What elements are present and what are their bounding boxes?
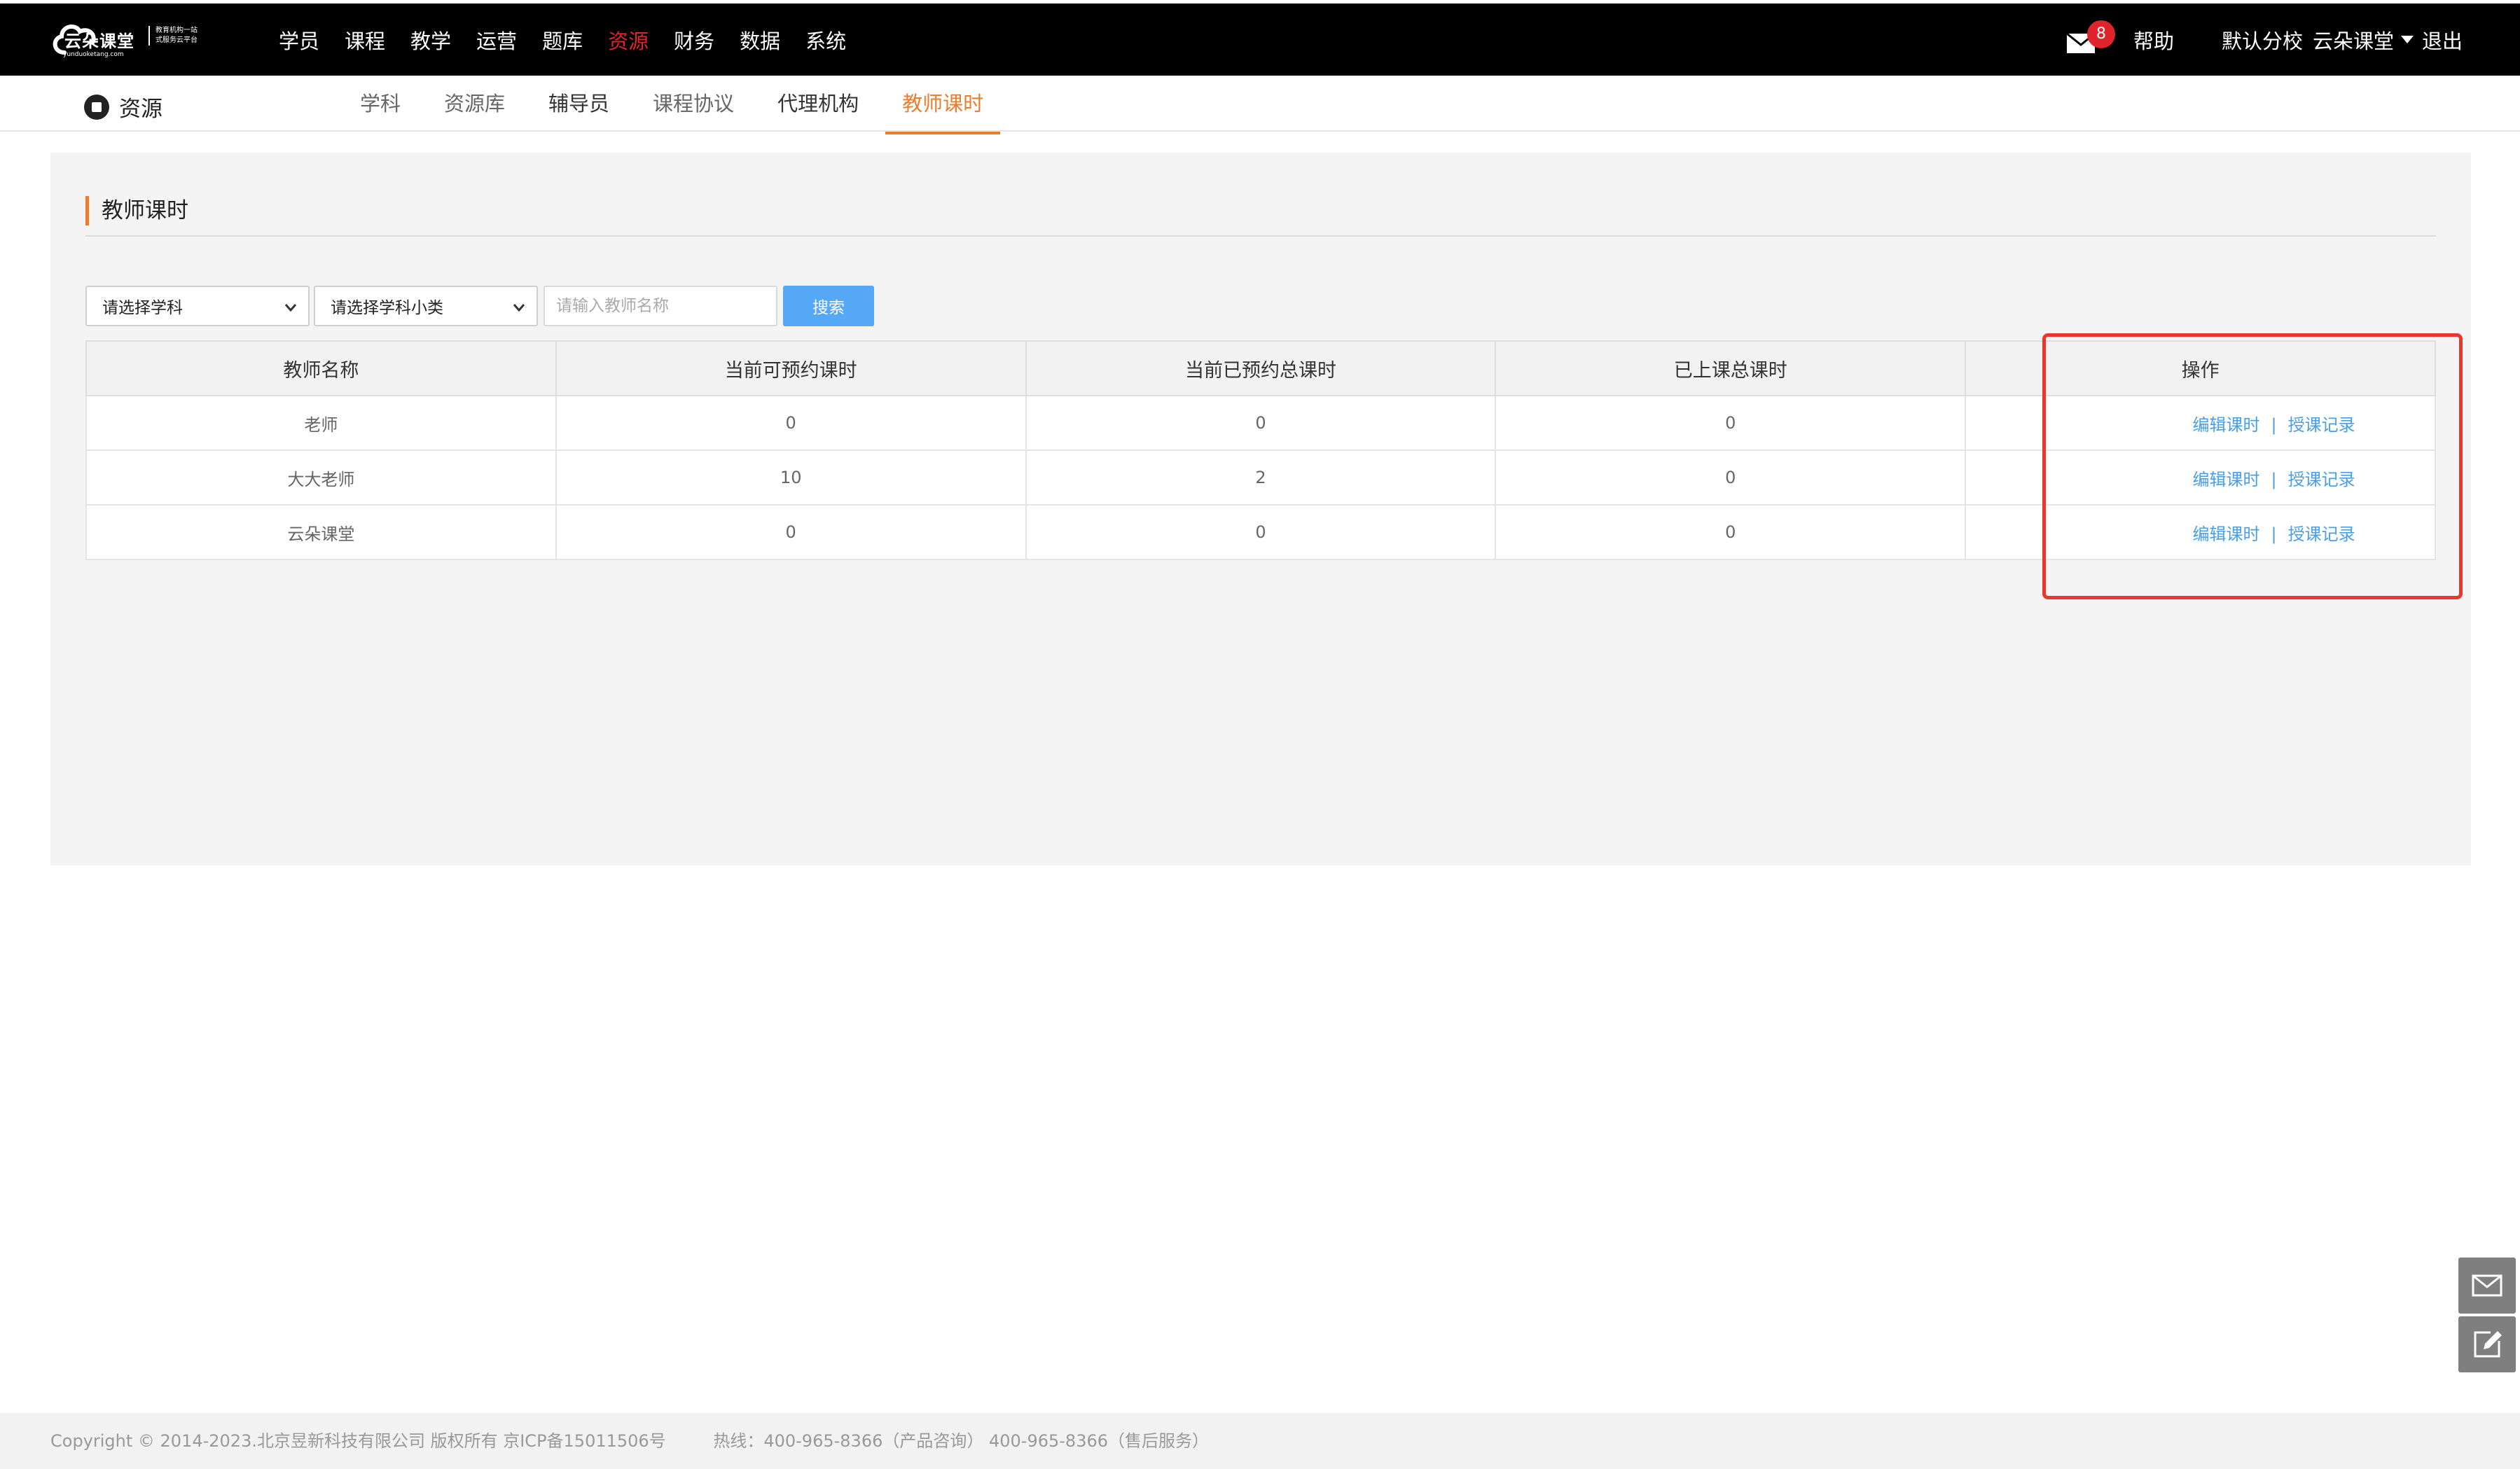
divider	[85, 235, 2436, 237]
tab-subjects[interactable]: 学科	[343, 76, 417, 132]
nav-item-courses[interactable]: 课程	[345, 25, 385, 55]
taught-hours-cell: 0	[1495, 395, 1967, 451]
annotation-highlight-box	[2042, 333, 2463, 599]
tab-counselors[interactable]: 辅导员	[532, 76, 626, 132]
nav-item-teaching[interactable]: 教学	[410, 25, 451, 55]
subject-select[interactable]: 请选择学科	[85, 286, 310, 326]
nav-item-system[interactable]: 系统	[805, 25, 846, 55]
envelope-icon	[2472, 1274, 2502, 1297]
tab-course-agreement[interactable]: 课程协议	[636, 76, 751, 132]
page-title: 教师课时	[85, 196, 188, 225]
help-link[interactable]: 帮助	[2133, 25, 2174, 55]
section-title: 资源	[84, 91, 162, 123]
top-navbar: 云朵课堂 教育机构一站 式服务云平台 yunduoketang.com 学员 课…	[0, 4, 2520, 76]
tab-agencies[interactable]: 代理机构	[761, 76, 875, 132]
column-header: 已上课总课时	[1495, 340, 1967, 396]
stop-circle-icon	[84, 94, 109, 120]
hotline-text: 热线：400-965-8366（产品咨询） 400-965-8366（售后服务）	[713, 1431, 1210, 1451]
branch-label: 默认分校	[2221, 29, 2303, 53]
mail-count-badge: 8	[2086, 20, 2115, 48]
edit-icon	[2474, 1331, 2502, 1358]
caret-down-icon[interactable]	[2400, 36, 2414, 43]
search-button[interactable]: 搜索	[783, 286, 874, 326]
booked-hours-cell: 2	[1025, 450, 1497, 506]
nav-item-resources[interactable]: 资源	[608, 25, 649, 55]
user-area: 8 帮助 默认分校 云朵课堂 退出	[2066, 4, 2463, 76]
subcategory-select[interactable]: 请选择学科小类	[314, 286, 538, 326]
taught-hours-cell: 0	[1495, 504, 1967, 560]
logo-url: yunduoketang.com	[63, 51, 124, 58]
feedback-float-button[interactable]	[2458, 1316, 2516, 1372]
user-menu[interactable]: 云朵课堂	[2313, 25, 2394, 55]
booked-hours-cell: 0	[1025, 504, 1497, 560]
nav-item-students[interactable]: 学员	[279, 25, 319, 55]
booked-hours-cell: 0	[1025, 395, 1497, 451]
teacher-name-cell: 老师	[85, 395, 557, 451]
logo[interactable]: 云朵课堂 教育机构一站 式服务云平台 yunduoketang.com	[49, 18, 210, 61]
available-hours-cell: 10	[555, 450, 1027, 506]
nav-item-operations[interactable]: 运营	[476, 25, 517, 55]
message-float-button[interactable]	[2458, 1258, 2516, 1314]
available-hours-cell: 0	[555, 504, 1027, 560]
tab-teacher-hours[interactable]: 教师课时	[885, 76, 1001, 134]
logo-tagline: 教育机构一站 式服务云平台	[148, 26, 198, 46]
filter-bar: 请选择学科 请选择学科小类 搜索	[85, 286, 874, 326]
mail-button[interactable]: 8	[2066, 20, 2115, 54]
teacher-name-cell: 大大老师	[85, 450, 557, 506]
logo-text: 云朵课堂	[64, 31, 134, 51]
copyright-text: Copyright © 2014-2023.北京昱新科技有限公司 版权所有 京I…	[50, 1431, 666, 1451]
teacher-name-input[interactable]	[544, 286, 777, 326]
available-hours-cell: 0	[555, 395, 1027, 451]
nav-item-question-bank[interactable]: 题库	[542, 25, 583, 55]
nav-item-data[interactable]: 数据	[740, 25, 780, 55]
chevron-down-icon	[284, 304, 297, 312]
chevron-down-icon	[513, 304, 525, 312]
sub-tabs: 学科 资源库 辅导员 课程协议 代理机构 教师课时	[343, 76, 1010, 134]
teacher-name-cell: 云朵课堂	[85, 504, 557, 560]
column-header: 当前可预约课时	[555, 340, 1027, 396]
column-header: 教师名称	[85, 340, 557, 396]
sub-navbar: 资源 学科 资源库 辅导员 课程协议 代理机构 教师课时	[0, 76, 2520, 134]
main-nav: 学员 课程 教学 运营 题库 资源 财务 数据 系统	[279, 4, 871, 76]
column-header: 当前已预约总课时	[1025, 340, 1497, 396]
taught-hours-cell: 0	[1495, 450, 1967, 506]
nav-item-finance[interactable]: 财务	[674, 25, 714, 55]
footer: Copyright © 2014-2023.北京昱新科技有限公司 版权所有 京I…	[0, 1413, 2520, 1469]
tab-resource-library[interactable]: 资源库	[427, 76, 522, 132]
logout-link[interactable]: 退出	[2422, 25, 2463, 55]
